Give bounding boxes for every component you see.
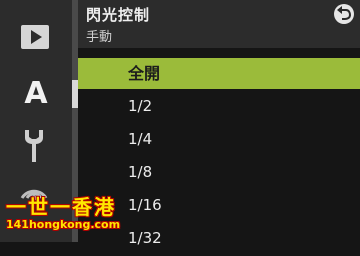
back-arrow-icon (337, 6, 352, 20)
page-title: 閃光控制 (86, 6, 151, 24)
svg-text:A: A (24, 76, 48, 106)
option-1-8[interactable]: 1/8 (78, 157, 360, 188)
playback-icon[interactable] (20, 24, 50, 50)
watermark-url: 141hongkong.com (6, 218, 121, 231)
option-full[interactable]: 全開 (78, 58, 360, 89)
option-list: 全開 1/2 1/4 1/8 1/16 1/32 (78, 58, 360, 256)
option-1-4[interactable]: 1/4 (78, 124, 360, 155)
option-1-2[interactable]: 1/2 (78, 91, 360, 122)
page-subtitle: 手動 (86, 30, 113, 45)
auto-mode-icon[interactable]: A (22, 76, 50, 106)
option-1-16[interactable]: 1/16 (78, 190, 360, 221)
option-1-32[interactable]: 1/32 (78, 223, 360, 254)
watermark: 一世一香港 141hongkong.com (6, 196, 120, 232)
menu-header: 閃光控制 手動 (78, 0, 360, 48)
watermark-text: 一世一香港 (6, 195, 116, 219)
back-button[interactable] (334, 4, 354, 24)
wrench-icon[interactable] (22, 128, 46, 164)
